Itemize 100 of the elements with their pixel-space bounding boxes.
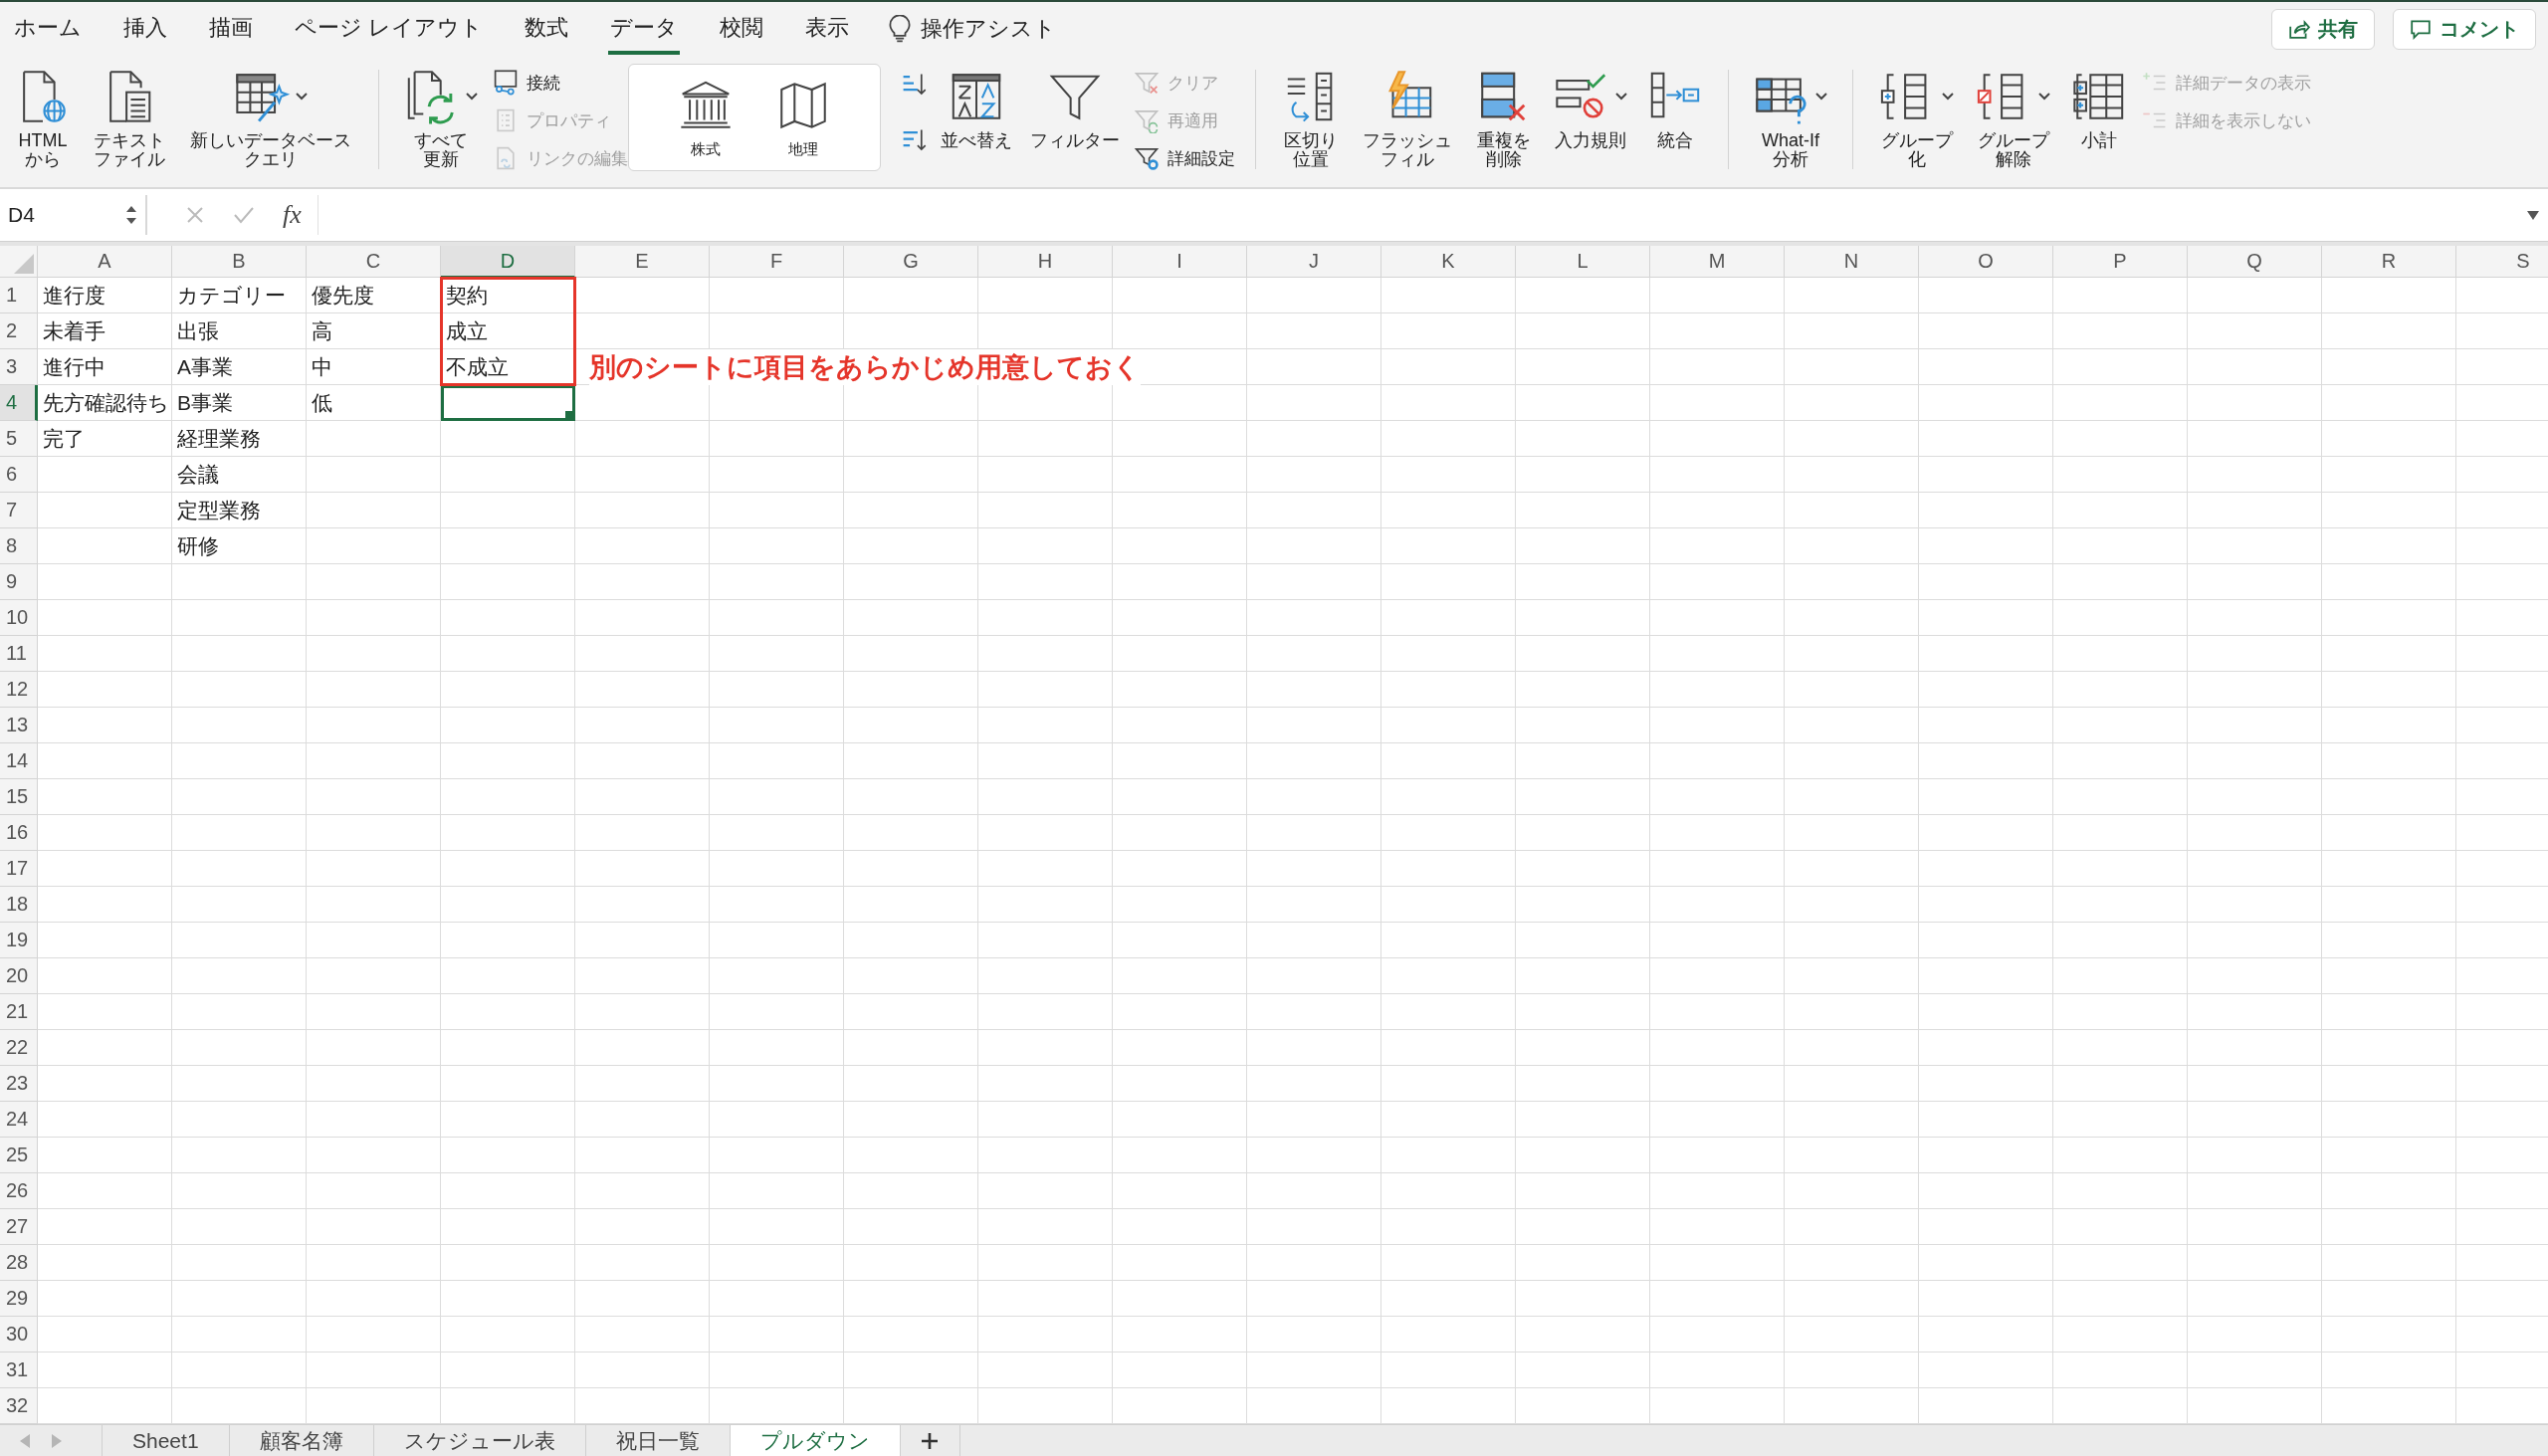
cancel-icon[interactable] — [185, 205, 205, 225]
row-header[interactable]: 23 — [0, 1066, 38, 1102]
row-header[interactable]: 24 — [0, 1102, 38, 1138]
sheet-tab[interactable]: プルダウン — [730, 1425, 901, 1456]
column-header[interactable]: M — [1650, 246, 1785, 278]
data-type-button[interactable]: 株式 — [677, 76, 736, 159]
insert-function-button[interactable]: fx — [283, 200, 302, 230]
row-header[interactable]: 30 — [0, 1317, 38, 1352]
row-header[interactable]: 11 — [0, 636, 38, 672]
row-header[interactable]: 22 — [0, 1030, 38, 1066]
column-header[interactable]: S — [2456, 246, 2548, 278]
row-header[interactable]: 15 — [0, 779, 38, 815]
column-header[interactable]: K — [1381, 246, 1516, 278]
ribbon-button[interactable]: 新しいデータベースクエリ — [182, 64, 359, 172]
column-header[interactable]: G — [844, 246, 978, 278]
row-header[interactable]: 12 — [0, 672, 38, 708]
sheet-tab[interactable]: 祝日一覧 — [585, 1425, 731, 1456]
selected-cell[interactable] — [441, 385, 575, 421]
column-header[interactable]: Q — [2188, 246, 2322, 278]
row-header[interactable]: 32 — [0, 1388, 38, 1424]
sort-button[interactable] — [901, 127, 928, 153]
column-header[interactable]: C — [307, 246, 441, 278]
ribbon-button[interactable]: グループ化 — [1872, 64, 1961, 172]
row-header[interactable]: 26 — [0, 1173, 38, 1209]
row-header[interactable]: 14 — [0, 743, 38, 779]
column-header[interactable]: O — [1919, 246, 2053, 278]
ribbon-button[interactable]: テキストファイル — [86, 64, 173, 172]
row-header[interactable]: 21 — [0, 994, 38, 1030]
row-header[interactable]: 16 — [0, 815, 38, 851]
column-header[interactable]: R — [2322, 246, 2456, 278]
column-header[interactable]: I — [1113, 246, 1247, 278]
ribbon-tab[interactable]: ページ レイアウト — [293, 3, 486, 55]
row-header[interactable]: 25 — [0, 1138, 38, 1173]
ribbon-button[interactable]: すべて更新 — [399, 64, 484, 172]
row-header[interactable]: 29 — [0, 1281, 38, 1317]
checkmark-icon[interactable] — [233, 205, 255, 225]
ribbon-button[interactable]: グループ解除 — [1970, 64, 2057, 172]
ribbon-button[interactable]: 統合 — [1641, 64, 1708, 153]
column-header[interactable]: N — [1785, 246, 1919, 278]
row-header[interactable]: 6 — [0, 457, 38, 493]
column-header[interactable]: B — [172, 246, 307, 278]
column-header[interactable]: J — [1247, 246, 1381, 278]
ribbon-button[interactable]: 小計 — [2066, 64, 2133, 153]
data-type-button[interactable]: 地理 — [774, 76, 833, 159]
sheet-tab[interactable]: Sheet1 — [103, 1425, 230, 1456]
column-header[interactable]: P — [2053, 246, 2188, 278]
column-header[interactable]: A — [38, 246, 172, 278]
row-header[interactable]: 3 — [0, 349, 38, 385]
ribbon-tab[interactable]: ホーム — [12, 3, 84, 55]
row-header[interactable]: 17 — [0, 851, 38, 887]
row-header[interactable]: 8 — [0, 528, 38, 564]
next-sheet-icon[interactable] — [50, 1431, 64, 1450]
cell-text: 低 — [311, 390, 332, 416]
ribbon-tab[interactable]: 数式 — [523, 3, 571, 55]
row-header[interactable]: 1 — [0, 278, 38, 313]
toolbar-button[interactable]: 共有 — [2271, 8, 2375, 50]
ribbon-button[interactable]: 重複を削除 — [1469, 64, 1539, 172]
ribbon-button[interactable]: 区切り位置 — [1276, 64, 1346, 172]
row-header[interactable]: 10 — [0, 600, 38, 636]
cell-text: 未着手 — [42, 318, 106, 344]
row-header[interactable]: 27 — [0, 1209, 38, 1245]
ribbon-button[interactable]: HTML から — [10, 64, 76, 172]
row-header[interactable]: 2 — [0, 313, 38, 349]
row-header[interactable]: 19 — [0, 923, 38, 958]
sort-button[interactable] — [901, 72, 928, 98]
row-header[interactable]: 31 — [0, 1352, 38, 1388]
ribbon-button[interactable]: フラッシュフィル — [1355, 64, 1460, 172]
ribbon-button[interactable]: フィルター — [1026, 64, 1125, 153]
ribbon-button[interactable]: What-If 分析 — [1748, 64, 1832, 172]
column-header[interactable]: D — [441, 246, 575, 278]
name-box[interactable]: D4 — [0, 195, 147, 235]
ribbon-button[interactable]: 入力規則 — [1548, 64, 1632, 153]
column-header[interactable]: L — [1516, 246, 1650, 278]
ribbon-tab[interactable]: 挿入 — [121, 3, 169, 55]
column-header[interactable]: F — [710, 246, 844, 278]
previous-sheet-icon[interactable] — [18, 1431, 32, 1450]
row-header[interactable]: 13 — [0, 708, 38, 743]
sheet-tab[interactable]: スケジュール表 — [373, 1425, 586, 1456]
ribbon-tab[interactable]: 描画 — [207, 3, 255, 55]
cell-text: 会議 — [176, 462, 219, 488]
row-header[interactable]: 4 — [0, 385, 38, 421]
row-header[interactable]: 9 — [0, 564, 38, 600]
row-header[interactable]: 20 — [0, 958, 38, 994]
row-header[interactable]: 28 — [0, 1245, 38, 1281]
row-header[interactable]: 5 — [0, 421, 38, 457]
ribbon-button[interactable]: 接続 — [493, 66, 629, 100]
row-header[interactable]: 18 — [0, 887, 38, 923]
row-header[interactable]: 7 — [0, 493, 38, 528]
expand-icon[interactable] — [2526, 209, 2540, 221]
comment-icon — [2410, 18, 2432, 40]
ribbon-button[interactable]: 詳細設定 — [1134, 141, 1236, 175]
column-header[interactable]: H — [978, 246, 1113, 278]
ribbon-tab[interactable]: 校閲 — [718, 3, 766, 55]
toolbar-button[interactable]: コメント — [2393, 8, 2536, 50]
tell-me-search[interactable]: 操作アシスト — [889, 14, 1057, 44]
sheet-tab[interactable]: 顧客名簿 — [229, 1425, 374, 1456]
column-header[interactable]: E — [575, 246, 710, 278]
ribbon-tab[interactable]: 表示 — [803, 3, 852, 55]
ribbon-button[interactable]: 並べ替え — [937, 64, 1017, 153]
select-all-button[interactable] — [0, 246, 38, 278]
